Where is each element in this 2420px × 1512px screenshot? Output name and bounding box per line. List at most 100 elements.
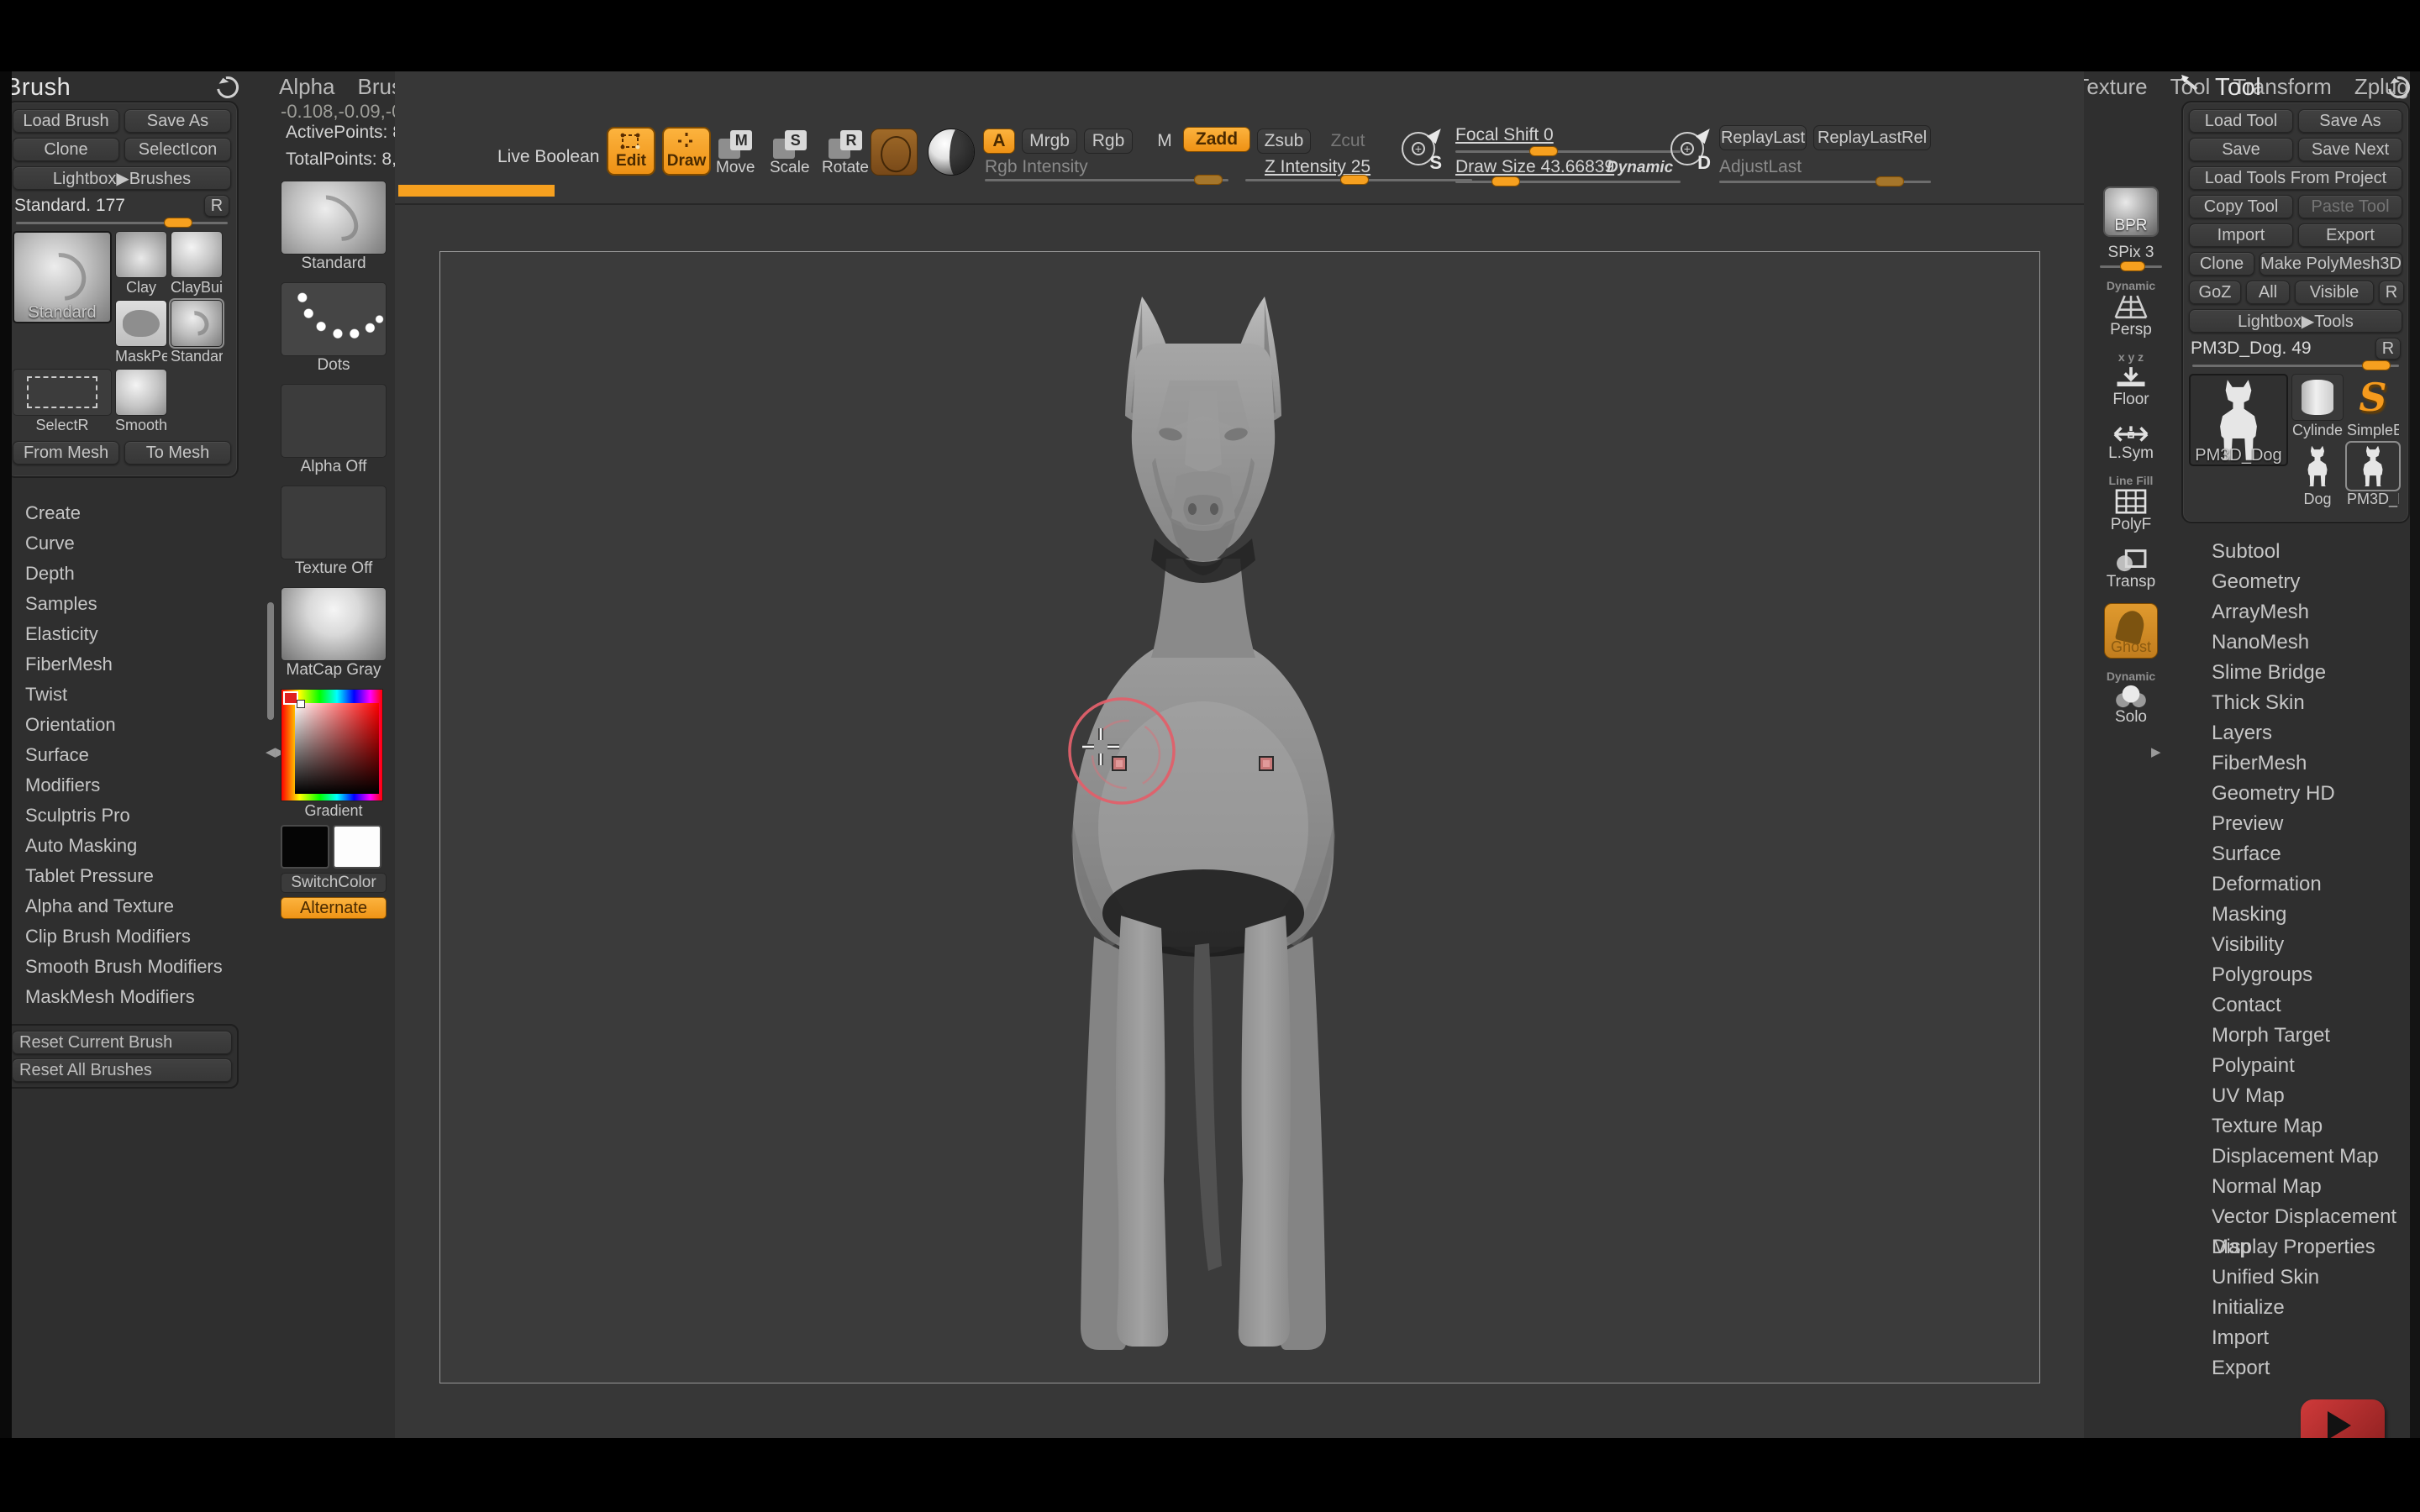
tool-menu-item[interactable]: Polypaint	[2181, 1051, 2410, 1081]
brush-menu-item[interactable]: Samples	[5, 589, 239, 619]
brush-menu-item[interactable]: Surface	[5, 740, 239, 770]
rotate-mode-button[interactable]: R Rotate	[822, 130, 869, 177]
export-tool-button[interactable]: Export	[2298, 223, 2402, 247]
tool-slider-reset-button[interactable]: R	[2375, 338, 2401, 360]
right-tray-collapse-icon[interactable]: ▶	[2151, 744, 2161, 759]
m-button[interactable]: M	[1150, 129, 1180, 154]
lightbox-tools-button[interactable]: Lightbox▶Tools	[2189, 309, 2402, 333]
brush-menu-item[interactable]: Twist	[5, 680, 239, 710]
rgb-intensity-slider[interactable]	[985, 179, 1228, 181]
goz-r-button[interactable]: R	[2379, 281, 2404, 304]
tool-menu-item[interactable]: UV Map	[2181, 1081, 2410, 1111]
load-brush-button[interactable]: Load Brush	[13, 109, 119, 133]
brush-menu-item[interactable]: Clip Brush Modifiers	[5, 921, 239, 952]
transparency-button[interactable]: Transp	[2107, 546, 2155, 591]
brush-menu-item[interactable]: Auto Masking	[5, 831, 239, 861]
tool-menu-item[interactable]: Visibility	[2181, 930, 2410, 960]
brush-thumbnail[interactable]	[115, 300, 167, 347]
to-mesh-button[interactable]: To Mesh	[124, 441, 231, 465]
color-picker[interactable]	[281, 689, 383, 801]
brush-menu-item[interactable]: FiberMesh	[5, 649, 239, 680]
switch-color-button[interactable]: SwitchColor	[281, 873, 387, 893]
zadd-button[interactable]: Zadd	[1183, 127, 1250, 152]
rgb-button[interactable]: Rgb	[1084, 129, 1133, 154]
tool-menu-item[interactable]: Polygroups	[2181, 960, 2410, 990]
save-as-tool-button[interactable]: Save As	[2298, 109, 2402, 133]
brush-slider-reset-button[interactable]: R	[204, 195, 229, 217]
brush-menu-item[interactable]: Alpha and Texture	[5, 891, 239, 921]
main-color-swatch[interactable]	[281, 825, 329, 869]
depth-dial-icon[interactable]: + D	[1669, 127, 1712, 171]
brush-menu-item[interactable]: MaskMesh Modifiers	[5, 982, 239, 1012]
tool-menu-item[interactable]: ArrayMesh	[2181, 597, 2410, 627]
focal-shift-slider[interactable]	[1455, 150, 1681, 153]
size-dial-icon[interactable]: + S	[1400, 127, 1444, 171]
tool-menu-item[interactable]: Display Properties	[2181, 1232, 2410, 1263]
brush-menu-item[interactable]: Depth	[5, 559, 239, 589]
stroke-alpha-preview-button[interactable]	[871, 129, 918, 176]
solo-button[interactable]: Dynamic Solo	[2107, 670, 2155, 727]
tool-thumbnail[interactable]	[2291, 443, 2344, 490]
tool-thumbnail[interactable]	[2347, 374, 2399, 421]
tool-menu-item[interactable]: Slime Bridge	[2181, 658, 2410, 688]
tool-menu-item[interactable]: Normal Map	[2181, 1172, 2410, 1202]
brush-menu-item[interactable]: Elasticity	[5, 619, 239, 649]
tool-menu-item[interactable]: Surface	[2181, 839, 2410, 869]
tool-menu-item[interactable]: Export	[2181, 1353, 2410, 1383]
tool-menu-item[interactable]: FiberMesh	[2181, 748, 2410, 779]
tool-slider-track[interactable]	[2192, 365, 2399, 367]
tool-menu-item[interactable]: Displacement Map	[2181, 1142, 2410, 1172]
brush-thumbnail[interactable]	[13, 369, 112, 416]
local-symmetry-button[interactable]: L.Sym	[2108, 421, 2154, 463]
anchor-a-button[interactable]: A	[983, 129, 1015, 154]
save-as-button[interactable]: Save As	[124, 109, 231, 133]
tool-menu-item[interactable]: Geometry HD	[2181, 779, 2410, 809]
left-panel-scrollbar[interactable]	[267, 602, 274, 720]
canvas-area[interactable]: Live Boolean Edit Draw M Move S Scale R	[395, 71, 2084, 1438]
tray-thumbnail[interactable]	[281, 486, 387, 559]
dynamic-draw-size-toggle[interactable]: Dynamic	[1607, 159, 1673, 177]
select-icon-button[interactable]: SelectIcon	[124, 138, 231, 161]
move-mode-button[interactable]: M Move	[716, 130, 755, 177]
goz-visible-button[interactable]: Visible	[2295, 281, 2374, 304]
tray-thumbnail[interactable]	[281, 384, 387, 458]
draw-size-handle[interactable]	[1491, 176, 1520, 186]
brush-thumbnail[interactable]	[171, 300, 223, 347]
tool-menu-item[interactable]: Unified Skin	[2181, 1263, 2410, 1293]
zcut-button[interactable]: Zcut	[1324, 129, 1371, 154]
brush-thumbnail[interactable]	[171, 231, 223, 278]
color-picker-marker[interactable]	[297, 700, 305, 708]
clone-brush-button[interactable]: Clone	[13, 138, 119, 161]
scale-mode-button[interactable]: S Scale	[770, 130, 810, 177]
clone-tool-button[interactable]: Clone	[2189, 252, 2254, 276]
tool-menu-item[interactable]: Contact	[2181, 990, 2410, 1021]
persp-button[interactable]: Dynamic Persp	[2107, 280, 2155, 339]
from-mesh-button[interactable]: From Mesh	[13, 441, 119, 465]
save-next-button[interactable]: Save Next	[2298, 138, 2402, 161]
brush-slider-track[interactable]	[16, 222, 228, 224]
focal-shift-handle[interactable]	[1529, 146, 1558, 156]
rgb-intensity-handle[interactable]	[1194, 175, 1223, 185]
ghost-button[interactable]: Ghost	[2104, 603, 2158, 659]
replay-last-rel-button[interactable]: ReplayLastRel	[1813, 125, 1931, 150]
menu-bar-item[interactable]: Texture	[2075, 74, 2147, 100]
spix-slider[interactable]	[2100, 265, 2162, 268]
goz-all-button[interactable]: All	[2246, 281, 2290, 304]
tool-menu-item[interactable]: Thick Skin	[2181, 688, 2410, 718]
goz-button[interactable]: GoZ	[2189, 281, 2241, 304]
tool-menu-item[interactable]: Geometry	[2181, 567, 2410, 597]
refresh-icon[interactable]	[213, 72, 243, 102]
save-tool-button[interactable]: Save	[2189, 138, 2293, 161]
spix-handle[interactable]	[2120, 261, 2145, 271]
tool-menu-item[interactable]: Morph Target	[2181, 1021, 2410, 1051]
brush-menu-item[interactable]: Curve	[5, 528, 239, 559]
tool-menu-item[interactable]: Deformation	[2181, 869, 2410, 900]
draw-mode-button[interactable]: Draw	[662, 127, 711, 176]
secondary-color-swatch[interactable]	[333, 825, 381, 869]
adjust-last-handle[interactable]	[1876, 176, 1904, 186]
replay-last-button[interactable]: ReplayLast	[1719, 125, 1807, 150]
draw-size-slider[interactable]	[1455, 181, 1681, 183]
tool-menu-item[interactable]: Texture Map	[2181, 1111, 2410, 1142]
brush-menu-item[interactable]: Tablet Pressure	[5, 861, 239, 891]
make-polymesh3d-button[interactable]: Make PolyMesh3D	[2260, 252, 2402, 276]
